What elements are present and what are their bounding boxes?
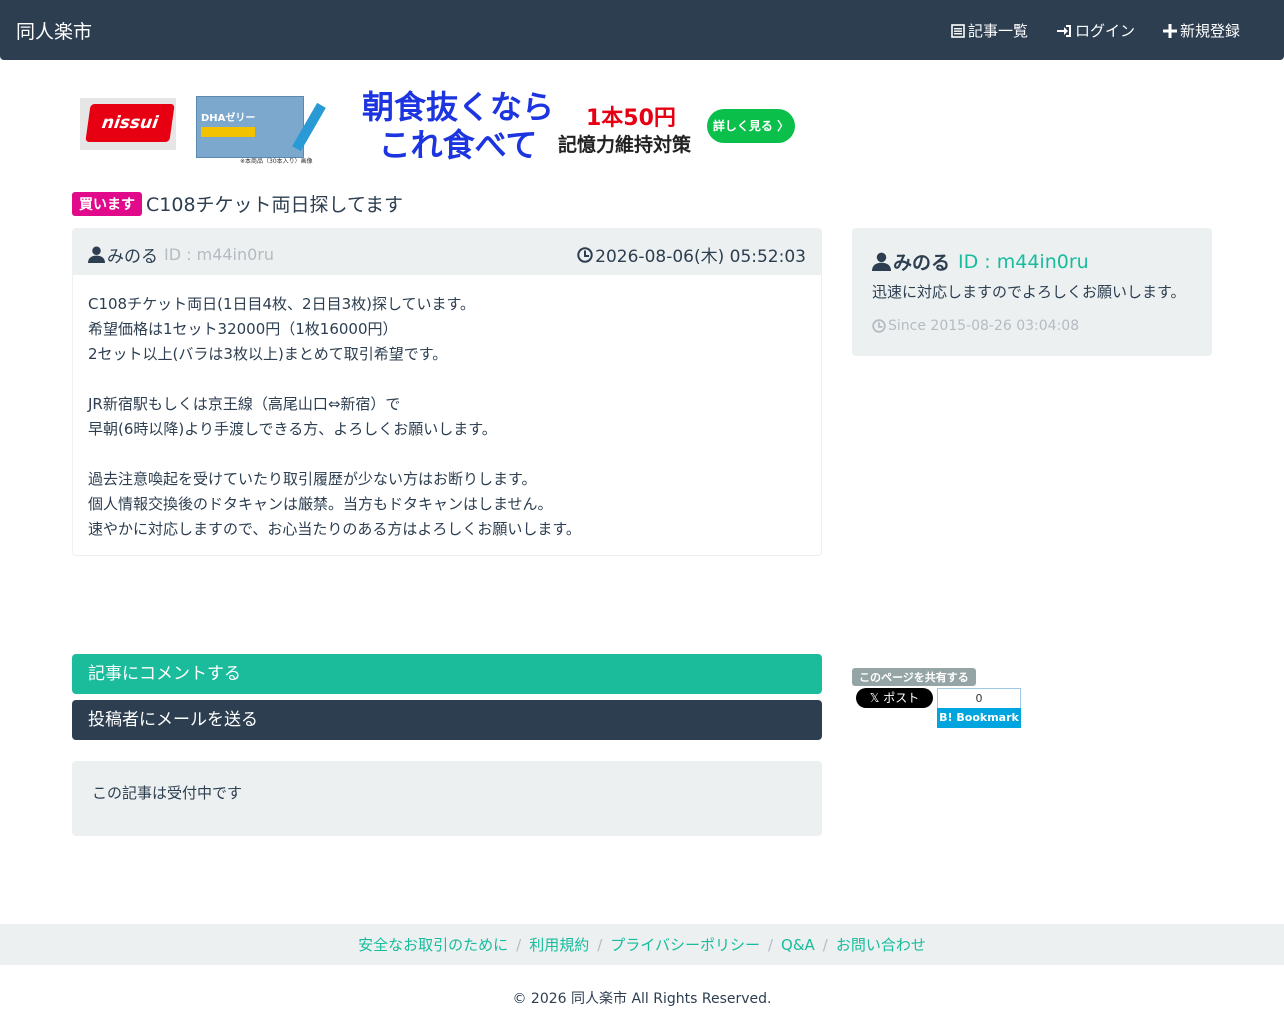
ad-headline: 朝食抜くなら これ食べて [358,88,558,164]
post-datetime: 2026-08-06(木) 05:52:03 [577,242,806,267]
footer-link-contact[interactable]: お問い合わせ [836,934,926,955]
author-profile-card: みのる ID : m44in0ru 迅速に対応しますのでよろしくお願いします。 … [852,228,1212,356]
login-icon [1056,24,1071,37]
ad-subline: 記憶力維持対策 [558,134,692,156]
post-body-line: 早朝(6時以降)より手渡しできる方、よろしくお願いします。 [88,420,497,438]
ad-product-label: DHAゼリー [201,113,256,124]
post-author-name: みのる [107,247,158,267]
footer-separator: / [516,935,522,954]
post-body-line: JR新宿駅もしくは京王線（高尾山口⇔新宿）で [88,395,401,413]
post-title: C108チケット両日探してます [146,194,404,216]
nav-article-list-label: 記事一覧 [967,22,1028,40]
post-body-line: 過去注意喚起を受けていたり取引履歴が少ない方はお断りします。 [88,470,537,488]
footer-separator: / [822,935,828,954]
footer-link-safety[interactable]: 安全なお取引のために [358,934,508,955]
footer-links: 安全なお取引のために / 利用規約 / プライバシーポリシー / Q&A / お… [0,924,1284,965]
post-author[interactable]: みのる ID : m44in0ru [88,242,274,267]
post-body-line [88,367,806,392]
post-body-line [88,442,806,467]
ad-headline-line2: これ食べて [378,126,538,164]
brand-logo[interactable]: 同人楽市 [16,17,92,44]
post-author-id: ID : m44in0ru [164,245,275,264]
x-post-button[interactable]: 𝕏 ポスト [856,688,933,708]
ad-brand-text: nissui [85,104,175,142]
hatena-bookmark-button[interactable]: 0 B! Bookmark [937,688,1021,728]
profile-message: 迅速に対応しますのでよろしくお願いします。 [872,283,1186,301]
post-datetime-value: 2026-08-06(木) 05:52:03 [595,247,806,267]
plus-icon [1162,23,1177,38]
share-label: このページを共有する [852,668,976,686]
ad-headline-line1: 朝食抜くなら [361,88,554,126]
footer-link-qa[interactable]: Q&A [781,936,815,954]
footer-separator: / [597,935,603,954]
post-panel: みのる ID : m44in0ru 2026-08-06(木) 05:52:03… [72,228,822,556]
hatena-label: B! Bookmark [937,708,1021,728]
nav-login[interactable]: ログイン [1056,20,1135,41]
nav-article-list[interactable]: 記事一覧 [951,20,1028,41]
post-body-line: 個人情報交換後のドタキャンは厳禁。当方もドタキャンはしません。 [88,495,553,513]
mail-author-button[interactable]: 投稿者にメールを送る [72,700,822,740]
status-box: この記事は受付中です [72,761,822,836]
list-icon [951,23,965,38]
post-body: C108チケット両日(1日目4枚、2日目3枚)探しています。 希望価格は1セット… [73,275,821,542]
nav-register[interactable]: 新規登録 [1162,20,1240,41]
copyright: © 2026 同人楽市 All Rights Reserved. [512,991,772,1007]
profile-since: Since 2015-08-26 03:04:08 [872,318,1192,334]
profile-name: みのる [893,252,951,274]
post-body-line: C108チケット両日(1日目4枚、2日目3枚)探しています。 [88,295,476,313]
footer-separator: / [767,935,774,954]
clock-icon [577,246,593,263]
nav-login-label: ログイン [1074,22,1135,40]
user-icon [88,246,105,263]
nav-register-label: 新規登録 [1179,22,1240,40]
clock-icon [872,319,886,333]
ad-banner[interactable]: nissui DHAゼリー ※本商品（30本入り）画像 朝食抜くなら これ食べて… [80,88,800,166]
comment-button[interactable]: 記事にコメントする [72,654,822,694]
post-body-line: 速やかに対応しますので、お心当たりのある方はよろしくお願いします。 [88,520,581,538]
post-body-line: 2セット以上(バラは3枚以上)まとめて取引希望です。 [88,345,448,363]
profile-name-row[interactable]: みのる ID : m44in0ru [872,248,1192,275]
post-title-row: 買います C108チケット両日探してます [72,190,403,217]
nav-links: 記事一覧 ログイン 新規登録 [951,20,1240,41]
footer-link-privacy[interactable]: プライバシーポリシー [610,934,760,955]
post-body-line: 希望価格は1セット32000円（1枚16000円） [88,320,398,338]
navbar: 同人楽市 記事一覧 ログイン 新規登録 [0,0,1284,60]
user-icon [872,252,891,271]
ad-product-image: DHAゼリー [196,96,304,158]
ad-product-note: ※本商品（30本入り）画像 [240,158,313,165]
ad-product-band [201,127,255,137]
buy-badge: 買います [72,191,142,216]
profile-since-value: Since 2015-08-26 03:04:08 [888,318,1080,334]
footer-link-terms[interactable]: 利用規約 [529,934,589,955]
ad-price: 1本50円 [586,106,676,131]
ad-details-button[interactable]: 詳しく見る 〉 [707,109,795,143]
hatena-count: 0 [937,688,1021,708]
post-panel-header: みのる ID : m44in0ru 2026-08-06(木) 05:52:03 [73,229,821,275]
ad-brand-logo: nissui [80,98,176,150]
profile-id: ID : m44in0ru [958,250,1089,273]
